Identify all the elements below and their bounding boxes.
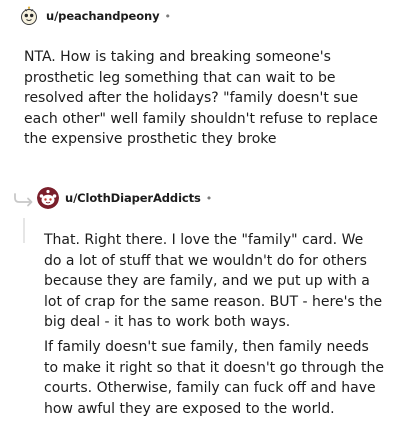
username-link[interactable]: u/peachandpeony <box>46 9 160 23</box>
username-link[interactable]: u/ClothDiaperAddicts <box>65 191 201 205</box>
cartoon-snoo-avatar-icon[interactable] <box>18 5 40 27</box>
snoo-avatar-icon[interactable] <box>37 187 59 209</box>
comment-body: NTA. How is taking and breaking someone'… <box>24 49 378 147</box>
thread-line[interactable] <box>23 218 25 243</box>
comment-paragraph: That. Right there. I love the "family" c… <box>44 232 383 330</box>
comment-header: u/peachandpeony • <box>18 4 171 28</box>
comment-header: u/ClothDiaperAddicts • <box>37 186 212 210</box>
comment-paragraph: If family doesn't sue family, then famil… <box>44 339 384 417</box>
meta-separator: • <box>164 9 171 23</box>
meta-separator: • <box>205 191 213 205</box>
reply-arrow-icon <box>13 192 35 207</box>
